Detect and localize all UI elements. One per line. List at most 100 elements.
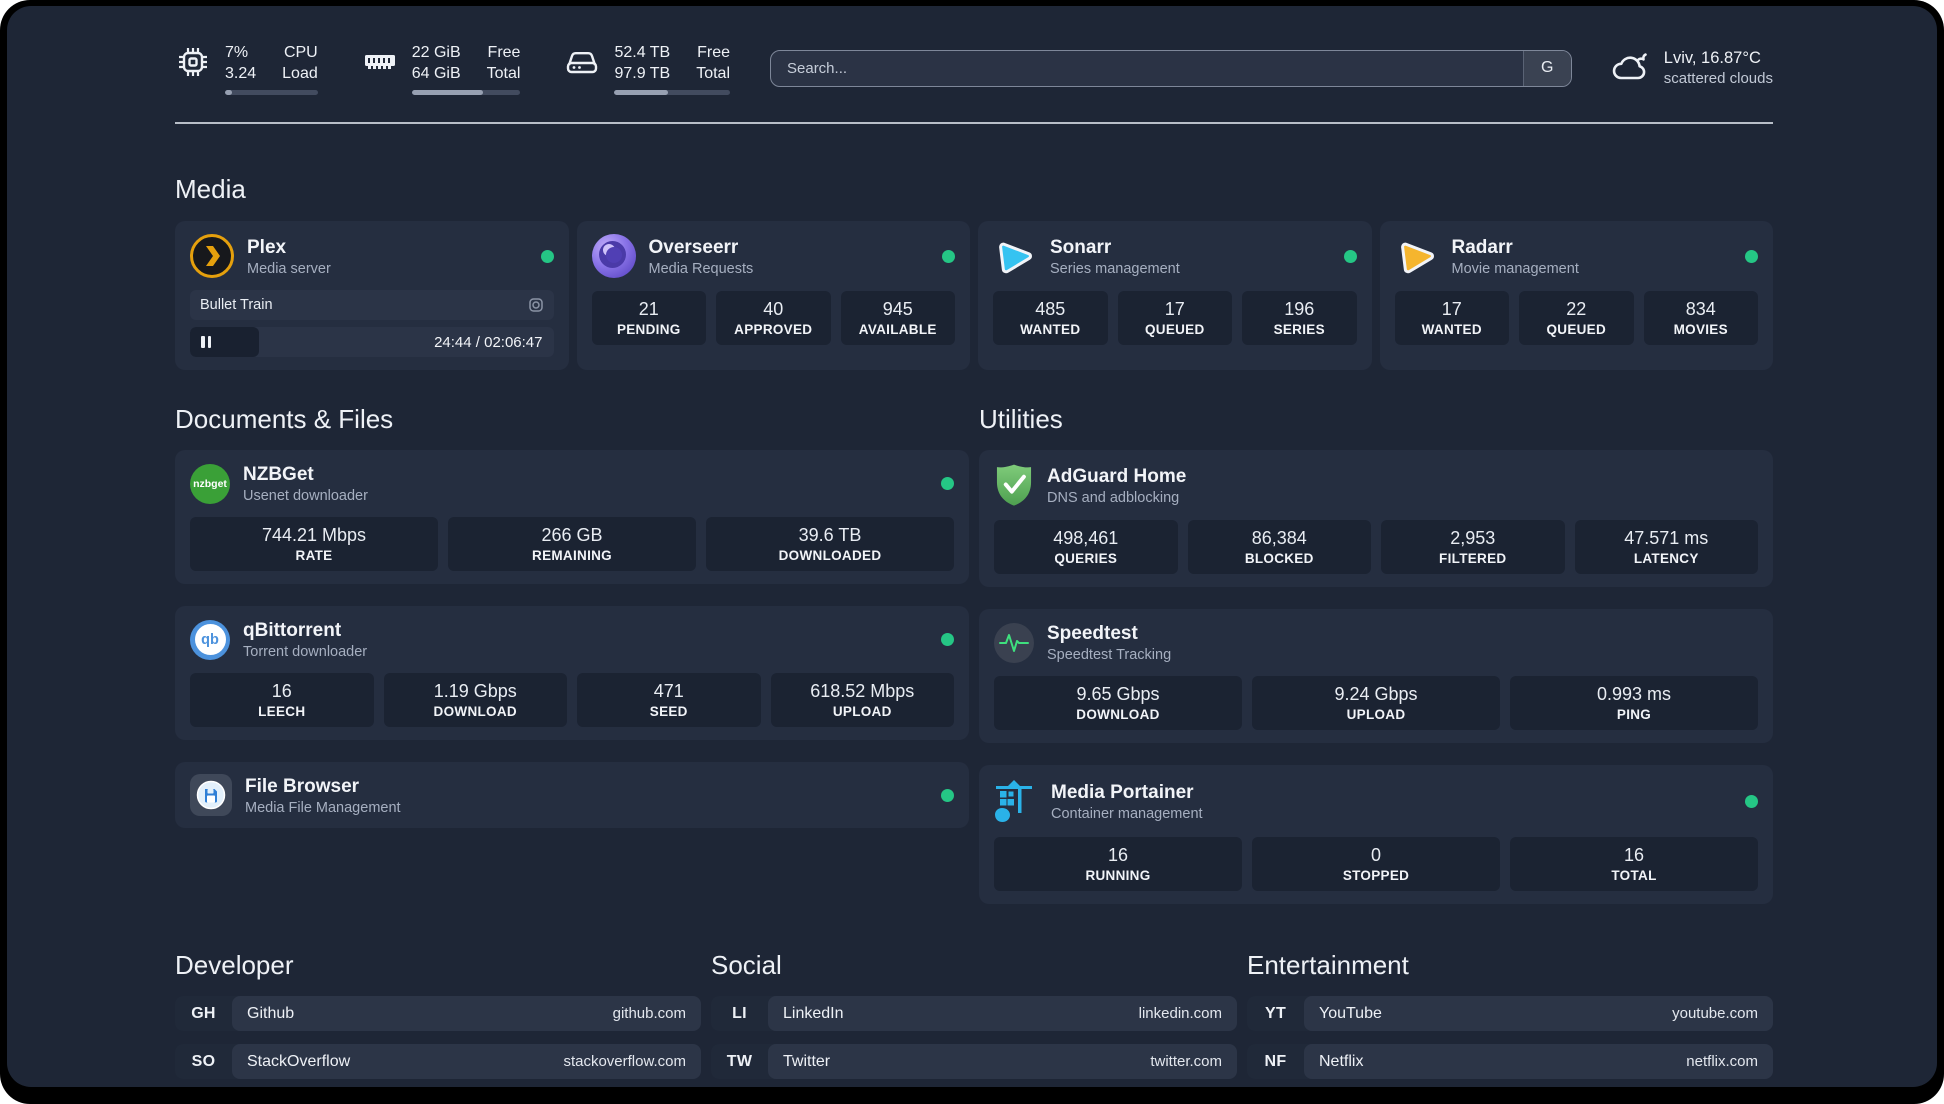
stat-running: 16 RUNNING: [994, 837, 1242, 891]
section-title-media: Media: [175, 174, 246, 204]
link-github[interactable]: GH Github github.com: [175, 996, 701, 1031]
link-name: LinkedIn: [783, 1004, 844, 1022]
app-card-filebrowser[interactable]: File Browser Media File Management: [175, 762, 969, 828]
pause-icon[interactable]: [201, 336, 211, 348]
app-card-speedtest[interactable]: Speedtest Speedtest Tracking 9.65 Gbps DO…: [979, 609, 1773, 743]
link-linkedin[interactable]: LI LinkedIn linkedin.com: [711, 996, 1237, 1031]
stat-seed: 471 SEED: [577, 673, 761, 727]
overseerr-icon: [591, 234, 636, 278]
app-subtitle: Movie management: [1451, 260, 1579, 277]
weather-condition: scattered clouds: [1663, 70, 1773, 87]
link-name: Twitter: [783, 1052, 831, 1070]
stat-pending: 21 PENDING: [591, 291, 706, 345]
link-youtube[interactable]: YT YouTube youtube.com: [1247, 996, 1773, 1031]
status-dot: [941, 788, 954, 802]
disk-icon: [567, 51, 598, 73]
plex-icon: [190, 234, 234, 278]
link-abbr: SO: [191, 1052, 216, 1070]
stat-downloaded: 39.6 TB DOWNLOADED: [706, 517, 954, 571]
stat-queries: 498,461 QUERIES: [994, 520, 1178, 574]
cpu-labels: CPU Load: [282, 43, 318, 82]
now-playing-row: Bullet Train: [190, 290, 554, 320]
search-engine-button[interactable]: G: [1522, 50, 1571, 86]
section-title-social: Social: [711, 950, 782, 980]
app-title: AdGuard Home: [1047, 465, 1187, 487]
app-card-nzbget[interactable]: nzbget NZBGet Usenet downloader 744.21 M…: [175, 450, 969, 584]
disk-values: 52.4 TB 97.9 TB: [614, 43, 671, 82]
stat-approved: 40 APPROVED: [716, 291, 831, 345]
app-title: Plex: [247, 236, 287, 258]
disk-labels: Free Total: [696, 43, 730, 82]
status-dot: [1343, 249, 1357, 263]
link-name: Github: [247, 1004, 295, 1022]
app-card-radarr[interactable]: Radarr Movie management 17 WANTED 22 QUEUE…: [1379, 221, 1773, 370]
search-bar: G: [770, 49, 1572, 87]
qbittorrent-icon: qb: [190, 619, 230, 660]
cpu-widget: 7% 3.24 CPU Load: [175, 42, 318, 95]
link-twitter[interactable]: TW Twitter twitter.com: [711, 1044, 1237, 1079]
link-stackoverflow[interactable]: SO StackOverflow stackoverflow.com: [175, 1044, 701, 1079]
link-url: github.com: [612, 1005, 686, 1022]
radarr-icon: [1400, 242, 1434, 274]
link-abbr: YT: [1264, 1004, 1287, 1022]
app-subtitle: Media File Management: [245, 799, 401, 816]
stat-queued: 22 QUEUED: [1519, 291, 1634, 345]
section-media: Media Plex Media server Bullet Train 24:…: [175, 174, 1773, 370]
section-title-developer: Developer: [175, 950, 294, 980]
stat-download: 9.65 Gbps DOWNLOAD: [994, 676, 1242, 730]
stat-stopped: 0 STOPPED: [1252, 837, 1500, 891]
status-dot: [942, 249, 955, 263]
cpu-values: 7% 3.24: [225, 43, 257, 82]
status-dot: [540, 249, 554, 263]
disk-widget: 52.4 TB 97.9 TB Free Total: [564, 42, 730, 95]
stat-series: 196 SERIES: [1242, 291, 1357, 345]
app-card-portainer[interactable]: Media Portainer Container management 16 R…: [979, 765, 1773, 904]
link-abbr: GH: [191, 1004, 216, 1022]
nzbget-icon: nzbget: [190, 463, 230, 504]
app-subtitle: Series management: [1050, 260, 1180, 277]
topbar-divider: [175, 122, 1773, 124]
memory-progress-track: [411, 89, 521, 95]
stat-remaining: 266 GB REMAINING: [448, 517, 696, 571]
app-card-overseerr[interactable]: Overseerr Media Requests 21 PENDING 40 APP…: [576, 221, 970, 370]
app-subtitle: Usenet downloader: [243, 488, 368, 504]
app-card-adguard[interactable]: AdGuard Home DNS and adblocking 498,461 Q…: [979, 450, 1773, 587]
section-title-utilities: Utilities: [979, 404, 1063, 434]
now-playing-title: Bullet Train: [200, 297, 273, 313]
app-title: Media Portainer: [1051, 781, 1194, 803]
link-name: YouTube: [1319, 1004, 1382, 1022]
memory-values: 22 GiB 64 GiB: [411, 43, 461, 82]
stat-available: 945 AVAILABLE: [840, 291, 955, 345]
status-dot: [1745, 249, 1758, 263]
link-abbr: LI: [732, 1004, 747, 1022]
link-name: Netflix: [1319, 1052, 1364, 1070]
app-card-sonarr[interactable]: Sonarr Series management 485 WANTED 17 QUE…: [978, 221, 1372, 370]
app-title: File Browser: [245, 775, 360, 797]
app-subtitle: Media Requests: [648, 260, 754, 277]
stat-filtered: 2,953 FILTERED: [1381, 520, 1565, 574]
playback-progress-bar[interactable]: 24:44 / 02:06:47: [190, 327, 554, 357]
stat-rate: 744.21 Mbps RATE: [190, 517, 438, 571]
cpu-icon: [179, 47, 207, 76]
section-utilities: Utilities AdGuard Home DNS and adblockin…: [979, 404, 1773, 904]
section-title-entertainment: Entertainment: [1247, 950, 1409, 980]
topbar: 7% 3.24 CPU Load 22 GiB 64 GiB Free Total: [175, 40, 1773, 96]
stat-upload: 618.52 Mbps UPLOAD: [770, 673, 954, 727]
app-card-plex[interactable]: Plex Media server Bullet Train 24:44 / 0…: [175, 221, 569, 370]
stat-wanted: 17 WANTED: [1394, 291, 1509, 345]
link-netflix[interactable]: NF Netflix netflix.com: [1247, 1044, 1773, 1079]
app-card-qbittorrent[interactable]: qb qBittorrent Torrent downloader 16 LEEC…: [175, 606, 969, 740]
memory-labels: Free Total: [486, 43, 521, 82]
app-title: qBittorrent: [243, 620, 342, 641]
status-dot: [1745, 794, 1758, 808]
app-title: Overseerr: [648, 236, 739, 258]
stat-upload: 9.24 Gbps UPLOAD: [1252, 676, 1500, 730]
app-subtitle: Media server: [247, 260, 331, 277]
link-url: twitter.com: [1150, 1053, 1222, 1070]
weather-widget: Lviv, 16.87°C scattered clouds: [1610, 48, 1773, 88]
cpu-progress-track: [225, 89, 318, 95]
link-url: linkedin.com: [1138, 1005, 1222, 1022]
status-dot: [941, 477, 954, 490]
playback-time: 24:44 / 02:06:47: [434, 333, 543, 351]
search-input[interactable]: [771, 50, 1523, 86]
